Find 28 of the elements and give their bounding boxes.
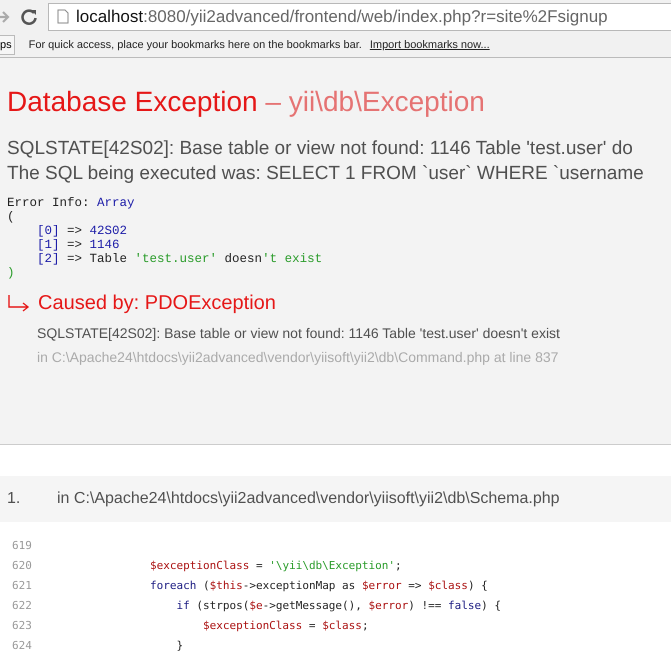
- address-bar[interactable]: localhost:8080/yii2advanced/frontend/web/index.php?r=site%2Fsignup: [48, 2, 671, 30]
- code-line: }: [175, 638, 184, 652]
- code-line: $exceptionClass = '\yii\db\Exception';: [148, 558, 402, 572]
- exception-title: Database Exception – yii\db\Exception: [7, 86, 486, 118]
- arrow-down-right-icon: [8, 295, 30, 312]
- error-info-text: Error Info: Array ( [0] => 42S02 [1] => 1146 [2] => Table 'test.user' doesn't exist ): [7, 196, 324, 280]
- cause-message: SQLSTATE[42S02]: Base table or view not found: 1146 Table 'test.user' doesn't exist: [37, 325, 561, 341]
- call-stack-item[interactable]: 1. in C:\Apache24\htdocs\yii2advanced\vendor\yiisoft\yii2\db\Schema.php: [0, 476, 671, 522]
- file-location: in C:\Apache24\htdocs\yii2advanced\vendor\yiisoft\yii2\db\Schema.php: [57, 490, 560, 508]
- line-number: 621: [11, 578, 33, 592]
- line-number: 620: [11, 558, 33, 572]
- code-line: foreach ($this->exceptionMap as $error => $class) {: [148, 578, 488, 592]
- caused-by-title: Caused by: PDOException: [38, 292, 276, 315]
- line-number: 619: [11, 538, 33, 552]
- item-number: 1.: [7, 490, 22, 508]
- line-number: 623: [11, 618, 33, 632]
- import-bookmarks-link[interactable]: Import bookmarks now...: [370, 39, 490, 51]
- line-number: 622: [11, 598, 33, 612]
- bookmarks-hint: For quick access, place your bookmarks here on the bookmarks bar.: [28, 39, 362, 51]
- code-line: $exceptionClass = $class;: [202, 618, 369, 632]
- code-line: if (strpos($e->getMessage(), $error) !== false) {: [175, 598, 502, 612]
- error-message: The SQL being executed was: SELECT 1 FROM `user` WHERE `username: [7, 162, 645, 186]
- error-message: SQLSTATE[42S02]: Base table or view not found: 1146 Table 'test.user' do: [7, 137, 634, 161]
- cause-location: in C:\Apache24\htdocs\yii2advanced\vendor\yiisoft\yii2\db\Command.php at line 837: [37, 349, 560, 365]
- line-number: 624: [11, 638, 33, 652]
- page-icon: [57, 9, 69, 24]
- reload-icon[interactable]: [20, 8, 38, 26]
- apps-button[interactable]: ps: [0, 35, 15, 55]
